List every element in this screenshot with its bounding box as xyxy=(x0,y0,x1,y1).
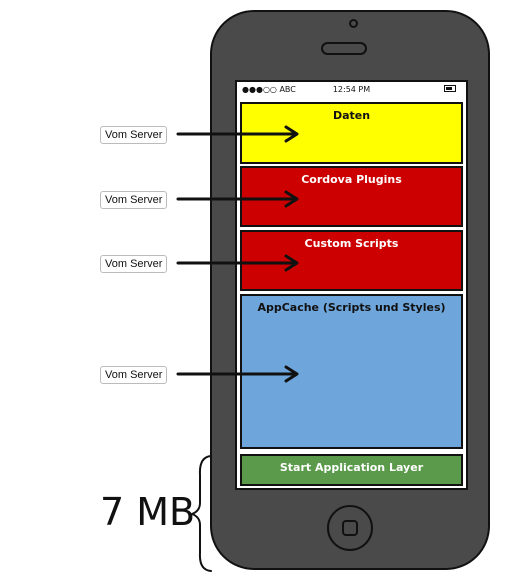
arrow-icon xyxy=(176,125,299,143)
arrow-icon xyxy=(176,365,299,383)
size-label: 7 MB xyxy=(100,490,196,534)
arrow-icon xyxy=(176,190,299,208)
arrow-icon xyxy=(176,254,299,272)
arrow-layer xyxy=(176,125,299,572)
